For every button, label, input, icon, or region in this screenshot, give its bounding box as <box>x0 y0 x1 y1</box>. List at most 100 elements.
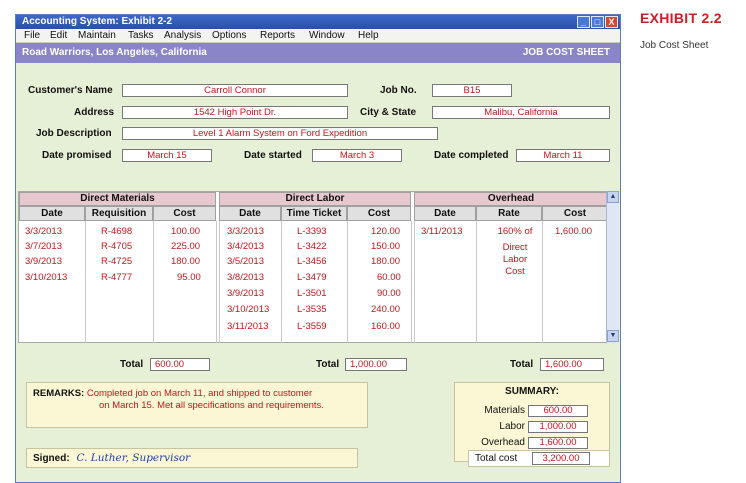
materials-cost: 225.00 <box>171 241 201 252</box>
city-label: City & State <box>360 107 417 118</box>
title-bar: Accounting System: Exhibit 2-2 _ □ X <box>16 15 620 29</box>
menu-options[interactable]: Options <box>212 29 246 43</box>
overhead-rate-basis: Direct Labor Cost <box>491 242 539 278</box>
address-field[interactable]: 1542 High Point Dr. <box>122 106 348 119</box>
summary-title: SUMMARY: <box>505 386 559 397</box>
overhead-cost: 1,600.00 <box>555 226 592 237</box>
col-rate[interactable]: Rate <box>476 206 542 221</box>
date-promised-label: Date promised <box>42 150 112 161</box>
materials-requisition: R-4705 <box>101 241 133 252</box>
labor-total-field[interactable]: 1,000.00 <box>345 358 407 371</box>
scroll-up-icon[interactable]: ▲ <box>607 191 619 203</box>
signature-box[interactable]: Signed: C. Luther, Supervisor <box>26 448 358 468</box>
job-no-label: Job No. <box>380 85 417 96</box>
group-direct-materials: Direct Materials <box>19 192 216 206</box>
exhibit-label: EXHIBIT 2.2 <box>640 10 722 26</box>
total-cost-label: Total cost <box>475 453 518 464</box>
labor-cost: 180.00 <box>371 256 401 267</box>
maximize-button[interactable]: □ <box>591 16 604 28</box>
remarks-box[interactable]: REMARKS: Completed job on March 11, and … <box>26 382 368 428</box>
minimize-button[interactable]: _ <box>577 16 590 28</box>
col-materials-cost[interactable]: Cost <box>153 206 216 221</box>
materials-cost: 180.00 <box>171 256 201 267</box>
city-field[interactable]: Malibu, California <box>432 106 610 119</box>
labor-cost: 60.00 <box>377 272 401 283</box>
overhead-total-field[interactable]: 1,600.00 <box>540 358 604 371</box>
summary-labor-field[interactable]: 1,000.00 <box>528 421 588 433</box>
col-overhead-cost[interactable]: Cost <box>542 206 608 221</box>
labor-total-label: Total <box>316 359 340 370</box>
customer-label: Customer's Name <box>28 85 113 96</box>
group-overhead: Overhead <box>414 192 608 206</box>
col-labor-cost[interactable]: Cost <box>347 206 411 221</box>
menu-window[interactable]: Window <box>309 29 345 43</box>
col-requisition[interactable]: Requisition <box>85 206 153 221</box>
summary-materials-field[interactable]: 600.00 <box>528 405 588 417</box>
labor-ticket: L-3422 <box>297 241 327 252</box>
column-divider <box>216 221 217 343</box>
column-divider <box>414 221 415 343</box>
column-divider <box>219 221 220 343</box>
menu-tasks[interactable]: Tasks <box>128 29 154 43</box>
materials-requisition: R-4725 <box>101 256 133 267</box>
overhead-rate-line: Cost <box>505 266 525 277</box>
supervisor-signature: C. Luther, Supervisor <box>76 452 191 464</box>
close-button[interactable]: X <box>605 16 618 28</box>
menu-edit[interactable]: Edit <box>50 29 67 43</box>
materials-cost: 100.00 <box>171 226 201 237</box>
materials-date: 3/10/2013 <box>25 272 68 283</box>
address-label: Address <box>74 107 115 118</box>
labor-date: 3/4/2013 <box>227 241 264 252</box>
labor-cost: 160.00 <box>371 321 401 332</box>
materials-date: 3/3/2013 <box>25 226 62 237</box>
overhead-date: 3/11/2013 <box>421 226 463 237</box>
signed-label: Signed: <box>33 453 70 464</box>
remarks-line-1: Completed job on March 11, and shipped t… <box>86 388 313 399</box>
col-time-ticket[interactable]: Time Ticket <box>281 206 347 221</box>
menu-file[interactable]: File <box>24 29 40 43</box>
labor-cost: 150.00 <box>371 241 401 252</box>
labor-cost: 90.00 <box>377 288 401 299</box>
table-scrollbar[interactable]: ▲ ▼ <box>606 191 619 343</box>
scroll-down-icon[interactable]: ▼ <box>607 330 619 342</box>
total-cost-field[interactable]: 3,200.00 <box>532 452 590 465</box>
summary-overhead-field[interactable]: 1,600.00 <box>528 437 588 449</box>
customer-field[interactable]: Carroll Connor <box>122 84 348 97</box>
col-overhead-date[interactable]: Date <box>414 206 476 221</box>
overhead-rate: 160% of <box>497 226 533 237</box>
menu-reports[interactable]: Reports <box>260 29 295 43</box>
materials-date: 3/9/2013 <box>25 256 62 267</box>
column-divider <box>153 221 154 343</box>
cost-table: Direct Materials Direct Labor Overhead D… <box>18 191 608 343</box>
labor-date: 3/10/2013 <box>227 304 270 315</box>
menu-analysis[interactable]: Analysis <box>164 29 201 43</box>
company-name: Road Warriors, Los Angeles, California <box>22 47 207 58</box>
materials-total-label: Total <box>120 359 144 370</box>
exhibit-subtitle: Job Cost Sheet <box>640 40 709 51</box>
materials-total-field[interactable]: 600.00 <box>150 358 210 371</box>
remarks-line-2: on March 15. Met all specifications and … <box>99 400 324 411</box>
labor-date: 3/8/2013 <box>227 272 264 283</box>
labor-ticket: L-3535 <box>297 304 327 315</box>
overhead-rate-line: Labor <box>502 254 528 265</box>
labor-date: 3/11/2013 <box>227 321 269 332</box>
date-promised-field[interactable]: March 15 <box>122 149 212 162</box>
window-title: Accounting System: Exhibit 2-2 <box>22 16 173 27</box>
labor-ticket: L-3479 <box>297 272 327 283</box>
menu-maintain[interactable]: Maintain <box>78 29 116 43</box>
remarks-label: REMARKS: <box>33 388 85 399</box>
col-labor-date[interactable]: Date <box>219 206 281 221</box>
group-direct-labor: Direct Labor <box>219 192 411 206</box>
job-no-field[interactable]: B15 <box>432 84 512 97</box>
date-started-field[interactable]: March 3 <box>312 149 402 162</box>
column-divider <box>281 221 282 343</box>
column-divider <box>476 221 477 343</box>
description-field[interactable]: Level 1 Alarm System on Ford Expedition <box>122 127 438 140</box>
date-completed-field[interactable]: March 11 <box>516 149 610 162</box>
menu-help[interactable]: Help <box>358 29 379 43</box>
col-materials-date[interactable]: Date <box>19 206 85 221</box>
date-completed-label: Date completed <box>434 150 509 161</box>
materials-cost: 95.00 <box>177 272 201 283</box>
app-window: Accounting System: Exhibit 2-2 _ □ X Fil… <box>15 14 621 483</box>
description-label: Job Description <box>36 128 112 139</box>
